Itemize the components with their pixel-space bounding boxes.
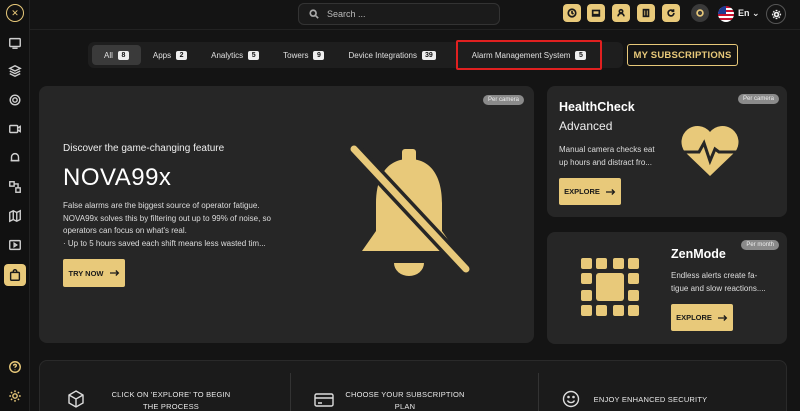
- healthcheck-card: Per camera HealthCheck Advanced Manual c…: [547, 86, 787, 217]
- search-icon: [309, 9, 319, 19]
- arrow-right-icon: [109, 270, 119, 276]
- step-divider: [538, 373, 539, 411]
- theme-toggle-button[interactable]: [766, 4, 786, 24]
- tab-analytics[interactable]: Analytics 5: [199, 45, 271, 65]
- settings-icon[interactable]: [6, 91, 24, 109]
- pricing-pill: Per month: [741, 240, 779, 250]
- tab-alarm-management-system[interactable]: Alarm Management System 5: [455, 40, 603, 70]
- refresh-button[interactable]: [662, 4, 680, 22]
- help-icon[interactable]: [6, 358, 24, 376]
- app-root: ✕ En ⌄ All8 Apps2 Analytics5 Towers9 Dev…: [0, 0, 800, 411]
- arrow-right-icon: [717, 314, 728, 321]
- pricing-pill: Per camera: [482, 95, 524, 105]
- card-title: ZenMode: [671, 247, 726, 261]
- card-description: Endless alerts create fa- tigue and slow…: [671, 271, 766, 293]
- laptop-button[interactable]: [587, 4, 605, 22]
- card-title: NOVA99x: [63, 164, 172, 191]
- search-input[interactable]: [327, 9, 477, 19]
- logo-icon[interactable]: ✕: [6, 4, 24, 22]
- bell-icon[interactable]: [6, 149, 24, 167]
- language-selector[interactable]: En ⌄: [738, 8, 760, 19]
- chip-grid-icon: [581, 258, 639, 316]
- tab-apps[interactable]: Apps 2: [141, 45, 199, 65]
- clock-button[interactable]: [563, 4, 581, 22]
- building-button[interactable]: [637, 4, 655, 22]
- layers-icon[interactable]: [6, 62, 24, 80]
- card-tagline: Discover the game-changing feature: [63, 143, 225, 154]
- tab-count-badge: 8: [117, 50, 129, 60]
- gear-icon[interactable]: [6, 387, 24, 405]
- pricing-pill: Per camera: [737, 94, 779, 104]
- user-button[interactable]: [612, 4, 630, 22]
- explore-button[interactable]: EXPLORE: [559, 178, 621, 205]
- tab-all[interactable]: All 8: [92, 45, 141, 65]
- tab-count-badge: 39: [421, 50, 436, 60]
- card-description: False alarms are the biggest source of o…: [63, 201, 271, 248]
- steps-bar: CLICK ON 'EXPLORE' TO BEGIN THE PROCESS …: [39, 360, 787, 411]
- heart-pulse-icon: [681, 125, 739, 176]
- card-title: HealthCheck: [559, 100, 635, 114]
- my-subscriptions-button[interactable]: MY SUBSCRIPTIONS: [627, 44, 738, 66]
- camera-icon[interactable]: [6, 120, 24, 138]
- sidebar: ✕: [0, 0, 30, 411]
- search-box[interactable]: [298, 3, 500, 25]
- step-divider: [290, 373, 291, 411]
- zenmode-card: Per month ZenMode Endless alerts create …: [547, 232, 787, 344]
- tab-count-badge: 2: [176, 50, 188, 60]
- explore-button[interactable]: EXPLORE: [671, 304, 733, 331]
- smile-icon: [562, 390, 580, 411]
- try-now-button[interactable]: TRY NOW: [63, 259, 125, 287]
- nova99x-card: Per camera Discover the game-changing fe…: [39, 86, 534, 343]
- card-description: Manual camera checks eat up hours and di…: [559, 145, 655, 167]
- video-play-icon[interactable]: [6, 236, 24, 254]
- store-bag-icon[interactable]: [4, 264, 26, 286]
- tab-towers[interactable]: Towers 9: [271, 45, 336, 65]
- us-flag-icon[interactable]: [718, 6, 734, 22]
- coins-icon[interactable]: [691, 4, 709, 22]
- tab-device-integrations[interactable]: Device Integrations 39: [336, 45, 447, 65]
- chevron-down-icon: ⌄: [752, 8, 760, 18]
- step-explore: CLICK ON 'EXPLORE' TO BEGIN THE PROCESS: [111, 390, 231, 411]
- box-icon: [66, 389, 86, 411]
- category-tabs: All 8 Apps 2 Analytics 5 Towers 9 Device Int…: [88, 40, 623, 70]
- sun-icon: [771, 9, 781, 19]
- bell-off-icon: [348, 144, 472, 276]
- header-divider: [30, 29, 800, 30]
- tab-count-badge: 5: [575, 50, 587, 60]
- step-choose-plan: CHOOSE YOUR SUBSCRIPTION PLAN: [345, 390, 465, 411]
- tab-count-badge: 9: [313, 50, 325, 60]
- arrow-right-icon: [605, 188, 616, 195]
- card-subtitle: Advanced: [559, 119, 613, 133]
- card-icon: [314, 392, 334, 411]
- dashboard-icon[interactable]: [6, 34, 24, 52]
- network-icon[interactable]: [6, 178, 24, 196]
- step-enjoy-security: ENJOY ENHANCED SECURITY: [593, 395, 708, 404]
- map-icon[interactable]: [6, 207, 24, 225]
- tab-count-badge: 5: [248, 50, 260, 60]
